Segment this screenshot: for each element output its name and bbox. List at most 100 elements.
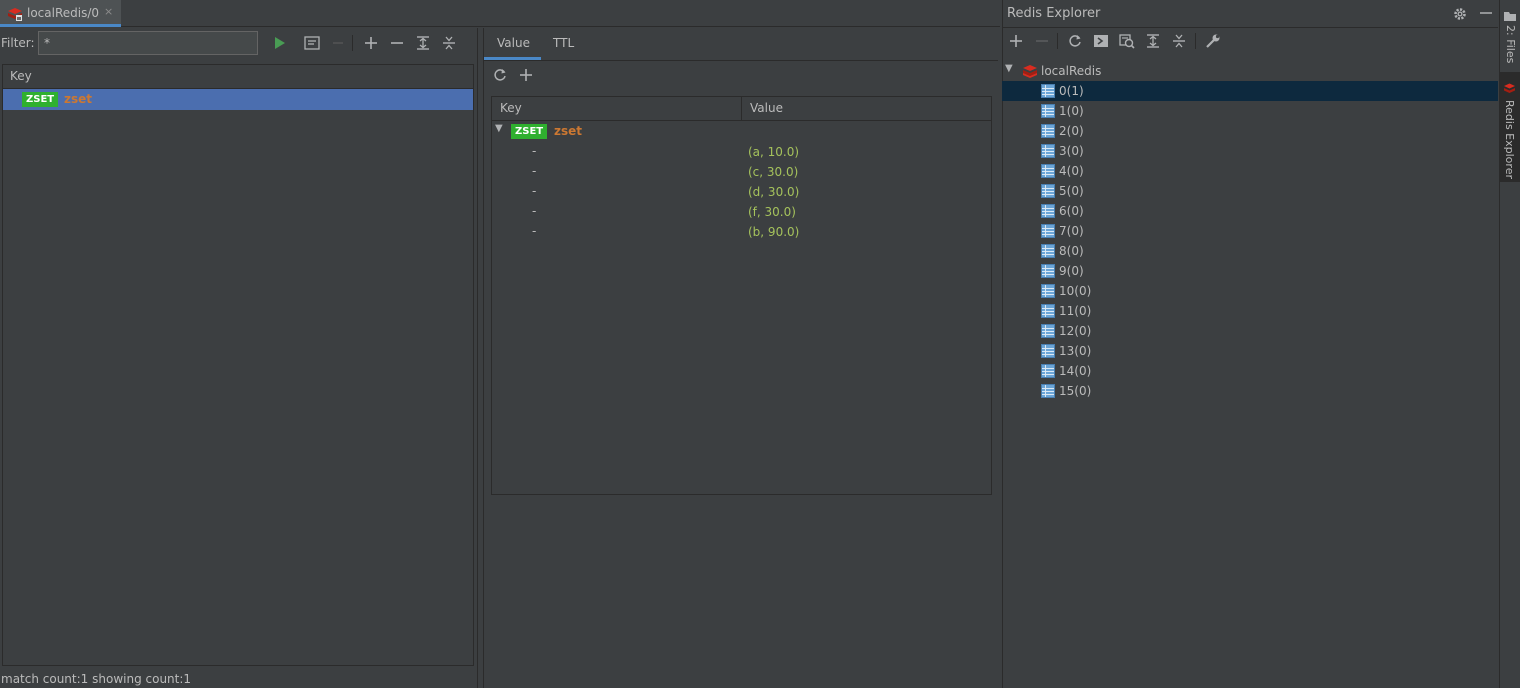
- member-key: -: [532, 204, 537, 218]
- database-label: 6(0): [1059, 204, 1084, 218]
- database-icon: [1041, 184, 1055, 198]
- tree-database-row[interactable]: 4(0): [1002, 161, 1498, 181]
- member-key: -: [532, 164, 537, 178]
- tree-database-row[interactable]: 15(0): [1002, 381, 1498, 401]
- folder-icon: [1504, 12, 1516, 21]
- expand-all-icon[interactable]: [414, 34, 432, 52]
- tree-database-row[interactable]: 12(0): [1002, 321, 1498, 341]
- tree-database-row[interactable]: 3(0): [1002, 141, 1498, 161]
- database-label: 8(0): [1059, 244, 1084, 258]
- tab-ttl[interactable]: TTL: [553, 36, 574, 50]
- value-column-header: Value: [750, 101, 783, 115]
- key-name: zset: [64, 92, 93, 106]
- database-label: 11(0): [1059, 304, 1092, 318]
- database-label: 15(0): [1059, 384, 1092, 398]
- table-row[interactable]: - (f, 30.0): [492, 202, 991, 222]
- expand-triangle-icon[interactable]: ▼: [1005, 63, 1013, 74]
- gear-icon[interactable]: [1451, 5, 1469, 23]
- delete-key-icon[interactable]: [388, 34, 406, 52]
- table-row[interactable]: - (b, 90.0): [492, 222, 991, 242]
- database-label: 14(0): [1059, 364, 1092, 378]
- member-value: (b, 90.0): [748, 225, 800, 239]
- tree-database-row[interactable]: 14(0): [1002, 361, 1498, 381]
- filter-label: Filter:: [1, 36, 35, 50]
- key-table: Key ZSET zset: [2, 64, 474, 666]
- redis-explorer-tool-button[interactable]: Redis Explorer: [1499, 72, 1520, 182]
- database-icon: [1041, 164, 1055, 178]
- column-divider[interactable]: [741, 97, 742, 121]
- collapse-all-icon[interactable]: [440, 34, 458, 52]
- files-tool-button[interactable]: 2: Files: [1500, 5, 1520, 65]
- status-text: match count:1 showing count:1: [1, 672, 192, 686]
- table-row[interactable]: - (c, 30.0): [492, 162, 991, 182]
- tree-database-row[interactable]: 6(0): [1002, 201, 1498, 221]
- tabs-divider: [484, 60, 998, 61]
- close-icon[interactable]: ×: [104, 5, 113, 18]
- tree-database-row[interactable]: 13(0): [1002, 341, 1498, 361]
- database-icon: [1041, 224, 1055, 238]
- connection-name: localRedis: [1041, 64, 1102, 78]
- database-label: 2(0): [1059, 124, 1084, 138]
- expand-all-icon[interactable]: [1144, 32, 1162, 50]
- redis-icon: [1023, 65, 1037, 78]
- find-key-icon[interactable]: [1118, 32, 1136, 50]
- redis-explorer-tool-label: Redis Explorer: [1503, 100, 1516, 179]
- database-icon: [1041, 244, 1055, 258]
- member-value: (c, 30.0): [748, 165, 799, 179]
- database-icon: [1041, 124, 1055, 138]
- tree-connection-row[interactable]: ▼ localRedis: [1002, 61, 1498, 81]
- database-label: 5(0): [1059, 184, 1084, 198]
- tree-database-row[interactable]: 8(0): [1002, 241, 1498, 261]
- wrench-icon[interactable]: [1204, 32, 1222, 50]
- database-icon: [1041, 264, 1055, 278]
- key-table-header: Key: [3, 65, 473, 89]
- redis-icon: [1504, 83, 1515, 93]
- collapse-all-icon[interactable]: [1170, 32, 1188, 50]
- table-row[interactable]: ZSET zset: [3, 89, 473, 110]
- files-tool-label: 2: Files: [1504, 25, 1517, 64]
- panel-splitter[interactable]: [477, 28, 484, 688]
- tree-database-row[interactable]: 1(0): [1002, 101, 1498, 121]
- tree-database-row[interactable]: 7(0): [1002, 221, 1498, 241]
- tab-value[interactable]: Value: [497, 36, 530, 50]
- database-label: 3(0): [1059, 144, 1084, 158]
- filter-input[interactable]: [38, 31, 258, 55]
- tree-database-row[interactable]: 5(0): [1002, 181, 1498, 201]
- console-icon[interactable]: [1092, 32, 1110, 50]
- database-label: 4(0): [1059, 164, 1084, 178]
- expand-triangle-icon[interactable]: ▼: [495, 123, 503, 134]
- value-table-header: Key Value: [492, 97, 991, 121]
- table-row[interactable]: - (a, 10.0): [492, 142, 991, 162]
- database-icon: [1041, 304, 1055, 318]
- database-icon: [1041, 204, 1055, 218]
- tree-database-row[interactable]: 10(0): [1002, 281, 1498, 301]
- table-row[interactable]: - (d, 30.0): [492, 182, 991, 202]
- minimize-icon[interactable]: [1477, 5, 1495, 23]
- key-column-header: Key: [10, 69, 32, 83]
- tree-database-row[interactable]: 11(0): [1002, 301, 1498, 321]
- add-value-icon[interactable]: [517, 66, 535, 84]
- refresh-icon[interactable]: [491, 66, 509, 84]
- toolbar-separator: [352, 35, 353, 51]
- member-value: (a, 10.0): [748, 145, 800, 159]
- format-icon[interactable]: [303, 34, 321, 52]
- tree-database-row[interactable]: 2(0): [1002, 121, 1498, 141]
- explorer-header-divider: [1002, 27, 1498, 28]
- add-connection-icon[interactable]: [1007, 32, 1025, 50]
- toolbar-separator: [1057, 33, 1058, 49]
- redis-icon: [8, 8, 22, 21]
- tree-database-row[interactable]: 0(1): [1002, 81, 1498, 101]
- tree-root-row[interactable]: ▼ ZSET zset: [492, 121, 991, 141]
- add-key-icon[interactable]: [362, 34, 380, 52]
- type-badge: ZSET: [22, 92, 59, 107]
- value-table: Key Value ▼ ZSET zset - (a, 10.0) - (c, …: [491, 96, 992, 495]
- run-icon[interactable]: [271, 34, 289, 52]
- editor-tab[interactable]: localRedis/0 ×: [0, 0, 121, 27]
- refresh-icon[interactable]: [1066, 32, 1084, 50]
- key-name: zset: [554, 124, 583, 138]
- tree-database-row[interactable]: 9(0): [1002, 261, 1498, 281]
- database-icon: [1041, 324, 1055, 338]
- database-label: 10(0): [1059, 284, 1092, 298]
- database-icon: [1041, 384, 1055, 398]
- member-key: -: [532, 144, 537, 158]
